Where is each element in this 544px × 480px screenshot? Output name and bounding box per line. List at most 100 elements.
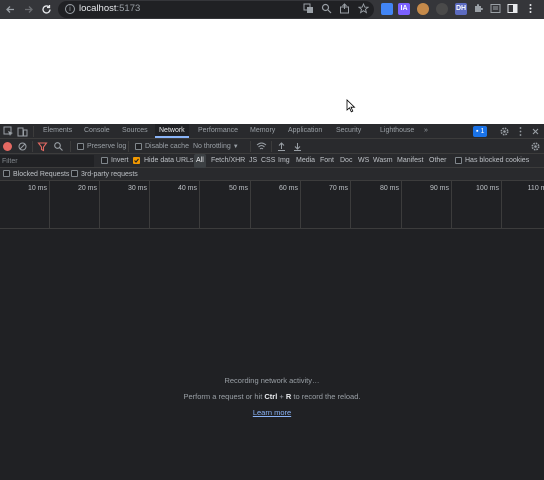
- has-blocked-cookies-label: Has blocked cookies: [465, 157, 530, 164]
- tab-console[interactable]: Console: [84, 124, 110, 138]
- timeline-tick-label: 40 ms: [177, 185, 197, 192]
- preserve-log-checkbox[interactable]: [77, 143, 84, 150]
- invert-label: Invert: [111, 157, 129, 164]
- site-info-icon[interactable]: i: [65, 4, 75, 14]
- timeline-tick-label: 30 ms: [127, 185, 147, 192]
- filter-type-font[interactable]: Font: [320, 154, 334, 168]
- layers-extension-icon[interactable]: [381, 3, 393, 15]
- arrow-left-icon: [6, 6, 14, 13]
- device-toolbar-icon[interactable]: [17, 126, 28, 137]
- hide-data-urls-checkbox[interactable]: [133, 157, 140, 164]
- timeline-gridline: [199, 181, 200, 228]
- devtools-panel: Elements Console Sources Network Perform…: [0, 124, 544, 480]
- share-icon[interactable]: [338, 3, 351, 16]
- has-blocked-cookies-checkbox[interactable]: [455, 157, 462, 164]
- timeline-overview[interactable]: 10 ms 20 ms 30 ms 40 ms 50 ms 60 ms 70 ms 80 ms…: [0, 181, 544, 229]
- reload-icon: [42, 5, 51, 14]
- timeline-tick-label: 50 ms: [228, 185, 248, 192]
- settings-gear-icon[interactable]: [499, 126, 510, 137]
- tab-application[interactable]: Application: [288, 124, 322, 138]
- browser-menu-icon[interactable]: [524, 3, 537, 16]
- timeline-gridline: [49, 181, 50, 228]
- wappalyzer-extension-icon[interactable]: [436, 3, 448, 15]
- filter-type-media[interactable]: Media: [296, 154, 315, 168]
- tab-network[interactable]: Network: [155, 124, 189, 138]
- translate-icon[interactable]: [302, 3, 315, 16]
- timeline-tick-label: 20 ms: [77, 185, 97, 192]
- close-devtools-icon[interactable]: [530, 126, 541, 137]
- zoom-icon[interactable]: [320, 3, 333, 16]
- url-text: localhost:5173: [79, 3, 141, 14]
- reload-button[interactable]: [39, 2, 54, 17]
- filter-type-manifest[interactable]: Manifest: [397, 154, 423, 168]
- browser-toolbar: i localhost:5173 IA DH: [0, 0, 544, 19]
- disable-cache-checkbox[interactable]: [135, 143, 142, 150]
- address-bar[interactable]: i localhost:5173: [58, 1, 374, 18]
- timeline-gridline: [501, 181, 502, 228]
- back-button[interactable]: [3, 2, 18, 17]
- tab-security[interactable]: Security: [336, 124, 361, 138]
- record-reload-hint: Perform a request or hit Ctrl + R to rec…: [183, 392, 361, 401]
- network-conditions-icon[interactable]: [256, 141, 267, 152]
- issues-badge[interactable]: ▪ 1: [473, 126, 488, 137]
- invert-checkbox[interactable]: [101, 157, 108, 164]
- blocked-requests-checkbox[interactable]: [3, 170, 10, 177]
- filter-input[interactable]: [0, 155, 94, 167]
- timeline-gridline: [350, 181, 351, 228]
- page-viewport[interactable]: [0, 19, 544, 124]
- blocked-requests-bar: Blocked Requests 3rd-party requests: [0, 168, 544, 181]
- preserve-log-label: Preserve log: [87, 143, 127, 150]
- timeline-gridline: [250, 181, 251, 228]
- filter-type-other[interactable]: Other: [429, 154, 447, 168]
- timeline-tick-label: 60 ms: [278, 185, 298, 192]
- filter-type-doc[interactable]: Doc: [340, 154, 352, 168]
- devtools-menu-icon[interactable]: [515, 126, 526, 137]
- network-settings-gear-icon[interactable]: [530, 141, 541, 152]
- filter-type-wasm[interactable]: Wasm: [373, 154, 393, 168]
- issues-count: 1: [480, 128, 485, 135]
- third-party-requests-label: 3rd-party requests: [81, 171, 138, 178]
- tab-memory[interactable]: Memory: [250, 124, 275, 138]
- arrow-right-icon: [25, 6, 33, 13]
- timeline-tick-label: 90 ms: [429, 185, 449, 192]
- filter-type-js[interactable]: JS: [249, 154, 257, 168]
- filter-type-img[interactable]: Img: [278, 154, 290, 168]
- dh-extension-icon[interactable]: DH: [455, 3, 467, 15]
- third-party-requests-checkbox[interactable]: [71, 170, 78, 177]
- tab-lighthouse[interactable]: Lighthouse: [380, 124, 414, 138]
- filter-type-css[interactable]: CSS: [261, 154, 275, 168]
- timeline-tick-label: 70 ms: [328, 185, 348, 192]
- network-toolbar: Preserve log Disable cache No throttling…: [0, 139, 544, 154]
- tab-elements[interactable]: Elements: [43, 124, 72, 138]
- filter-type-all[interactable]: All: [194, 154, 206, 168]
- clear-icon[interactable]: [17, 141, 28, 152]
- ia-extension-icon[interactable]: IA: [398, 3, 410, 15]
- checkmark-icon: [134, 158, 139, 163]
- filter-bar: Invert Hide data URLs All Fetch/XHR JS C…: [0, 154, 544, 168]
- extensions-puzzle-icon[interactable]: [472, 3, 485, 16]
- mouse-cursor-icon: [346, 99, 356, 113]
- chevron-down-icon: ▼: [232, 144, 239, 150]
- tab-performance[interactable]: Performance: [198, 124, 238, 138]
- search-icon[interactable]: [53, 141, 64, 152]
- cookie-extension-icon[interactable]: [417, 3, 429, 15]
- inspect-element-icon[interactable]: [3, 126, 14, 137]
- record-button[interactable]: [3, 142, 12, 151]
- blocked-requests-label: Blocked Requests: [13, 171, 70, 178]
- more-tabs-button[interactable]: »: [424, 124, 428, 138]
- throttling-select[interactable]: No throttling ▼: [193, 139, 239, 155]
- timeline-tick-label: 80 ms: [379, 185, 399, 192]
- devtools-tab-strip: Elements Console Sources Network Perform…: [0, 124, 544, 139]
- filter-type-fetch-xhr[interactable]: Fetch/XHR: [211, 154, 245, 168]
- bookmark-star-icon[interactable]: [357, 2, 370, 16]
- tab-sources[interactable]: Sources: [122, 124, 148, 138]
- filter-funnel-icon[interactable]: [37, 141, 48, 152]
- side-panel-icon[interactable]: [506, 3, 519, 16]
- export-har-icon[interactable]: [292, 141, 303, 152]
- learn-more-link[interactable]: Learn more: [253, 408, 291, 417]
- import-har-icon[interactable]: [276, 141, 287, 152]
- filter-type-ws[interactable]: WS: [358, 154, 369, 168]
- forward-button[interactable]: [21, 2, 36, 17]
- timeline-gridline: [451, 181, 452, 228]
- reading-list-icon[interactable]: [489, 3, 502, 16]
